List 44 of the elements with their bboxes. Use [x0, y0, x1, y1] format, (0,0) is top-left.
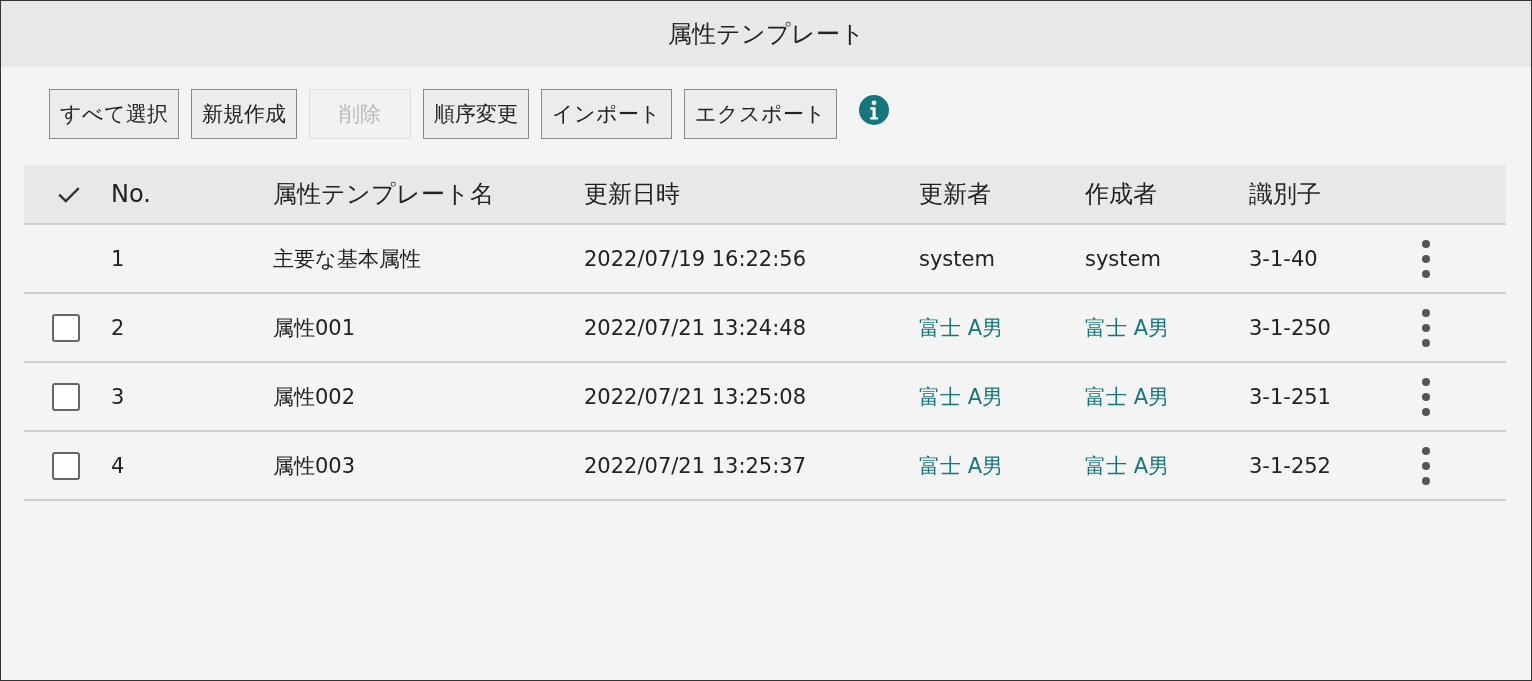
user-link[interactable]: 富士 A男	[919, 313, 1004, 342]
column-header: 更新者	[919, 179, 991, 210]
table-cell: system	[1085, 246, 1161, 271]
table-cell: 3-1-250	[1249, 315, 1331, 340]
info-icon[interactable]	[859, 95, 889, 125]
more-options-icon[interactable]	[1421, 376, 1431, 417]
table-cell: 2	[111, 315, 125, 340]
toolbar-button[interactable]: すべて選択	[49, 89, 179, 139]
table-cell-text: 属性003	[273, 452, 356, 480]
table-cell-text: 属性001	[273, 314, 356, 342]
more-options-icon[interactable]	[1421, 307, 1431, 348]
table-cell-text: 属性002	[273, 383, 356, 411]
table-cell: 4	[111, 453, 125, 478]
user-link[interactable]: 富士 A男	[1085, 382, 1170, 411]
more-options-icon[interactable]	[1421, 445, 1431, 486]
table-cell: 2022/07/21 13:25:08	[584, 384, 807, 409]
column-header: 更新日時	[584, 179, 680, 210]
table-cell: 2022/07/19 16:22:56	[584, 246, 807, 271]
user-link[interactable]: 富士 A男	[1085, 313, 1170, 342]
user-link[interactable]: 富士 A男	[919, 382, 1004, 411]
table-cell: 2022/07/21 13:24:48	[584, 315, 807, 340]
table-cell: 3-1-252	[1249, 453, 1331, 478]
user-link[interactable]: 富士 A男	[919, 451, 1004, 480]
toolbar-button[interactable]: 順序変更	[423, 89, 529, 139]
row-checkbox[interactable]	[52, 313, 80, 342]
row-checkbox[interactable]	[52, 451, 80, 480]
more-options-icon[interactable]	[1421, 238, 1431, 279]
toolbar-button[interactable]: エクスポート	[684, 89, 837, 139]
column-header: 属性テンプレート名	[273, 179, 494, 210]
table-cell: 3	[111, 384, 125, 409]
row-checkbox[interactable]	[52, 382, 80, 411]
table-cell: 1	[111, 246, 125, 271]
table-cell: 2022/07/21 13:25:37	[584, 453, 807, 478]
window-title: 属性テンプレート	[667, 19, 865, 50]
table-cell: system	[919, 246, 995, 271]
toolbar-button[interactable]: インポート	[541, 89, 672, 139]
column-header: 識別子	[1249, 179, 1321, 210]
user-link[interactable]: 富士 A男	[1085, 451, 1170, 480]
table-cell-text: 主要な基本属性	[273, 245, 421, 273]
column-header: 作成者	[1085, 179, 1157, 210]
column-header: No.	[111, 180, 151, 208]
table-cell: 3-1-251	[1249, 384, 1331, 409]
table-cell: 3-1-40	[1249, 246, 1318, 271]
toolbar-button[interactable]: 新規作成	[191, 89, 297, 139]
